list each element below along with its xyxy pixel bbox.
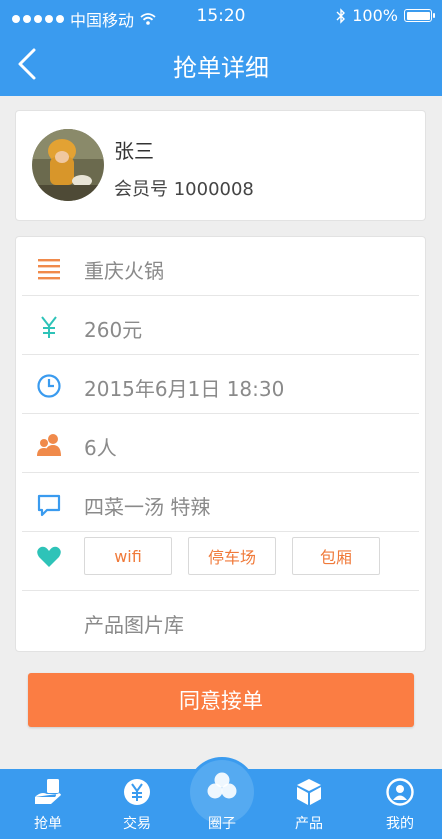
circles-icon [207, 772, 237, 799]
profile-card: 张三 会员号 1000008 [15, 110, 426, 221]
comment-icon [37, 494, 61, 517]
member-id: 会员号 1000008 [114, 179, 254, 200]
detail-row-restaurant: 重庆火锅 [22, 237, 419, 296]
tab-label: 圈子 [208, 816, 236, 832]
tag-private-room[interactable]: 包厢 [292, 537, 380, 575]
status-bar: 中国移动 15:20 100% [0, 0, 442, 32]
menu-list-icon [38, 259, 60, 280]
member-name: 张三 [114, 139, 154, 163]
detail-row-note: 四菜一汤 特辣 [22, 473, 419, 532]
datetime-value: 2015年6月1日 18:30 [84, 377, 285, 401]
battery-icon [404, 9, 435, 22]
clock-icon [37, 374, 61, 398]
tab-trade[interactable]: 交易 [102, 769, 172, 839]
battery-percent: 100% [352, 6, 398, 25]
detail-row-time: 2015年6月1日 18:30 [22, 355, 419, 414]
accept-order-button[interactable]: 同意接单 [28, 673, 414, 727]
price-value: 260元 [84, 318, 143, 342]
avatar [32, 129, 104, 201]
tab-label: 抢单 [34, 816, 62, 832]
tab-me[interactable]: 我的 [365, 769, 435, 839]
box-icon [297, 779, 321, 805]
tab-label: 交易 [123, 816, 151, 832]
tab-products[interactable]: 产品 [274, 769, 344, 839]
detail-row-gallery[interactable]: 产品图片库 [22, 591, 419, 650]
tab-label: 我的 [386, 816, 414, 832]
detail-row-tags: wifi 停车场 包厢 [22, 532, 419, 591]
people-count: 6人 [84, 436, 117, 460]
people-icon [37, 434, 61, 456]
page-title: 抢单详细 [173, 54, 269, 82]
yuan-circle-icon [124, 779, 150, 805]
order-details-card: 重庆火锅 260元 2015年6月1日 18:30 6人 四菜一汤 特辣 wif… [15, 236, 426, 652]
bluetooth-icon [336, 7, 346, 24]
detail-row-people: 6人 [22, 414, 419, 473]
tab-label: 产品 [295, 816, 323, 832]
user-circle-icon [386, 778, 414, 806]
heart-icon [37, 546, 61, 567]
tag-wifi[interactable]: wifi [84, 537, 172, 575]
detail-row-price: 260元 [22, 296, 419, 355]
tab-circle[interactable]: 圈子 [187, 757, 257, 839]
restaurant-name: 重庆火锅 [84, 259, 164, 283]
tag-parking[interactable]: 停车场 [188, 537, 276, 575]
tab-grab-order[interactable]: 抢单 [13, 769, 83, 839]
yuan-icon [41, 316, 57, 338]
tag-list: wifi 停车场 包厢 [84, 537, 380, 575]
gallery-label[interactable]: 产品图片库 [84, 609, 184, 638]
top-bar: 中国移动 15:20 100% 抢单详细 [0, 0, 442, 96]
note-text: 四菜一汤 特辣 [84, 495, 211, 519]
hand-order-icon [35, 779, 61, 804]
